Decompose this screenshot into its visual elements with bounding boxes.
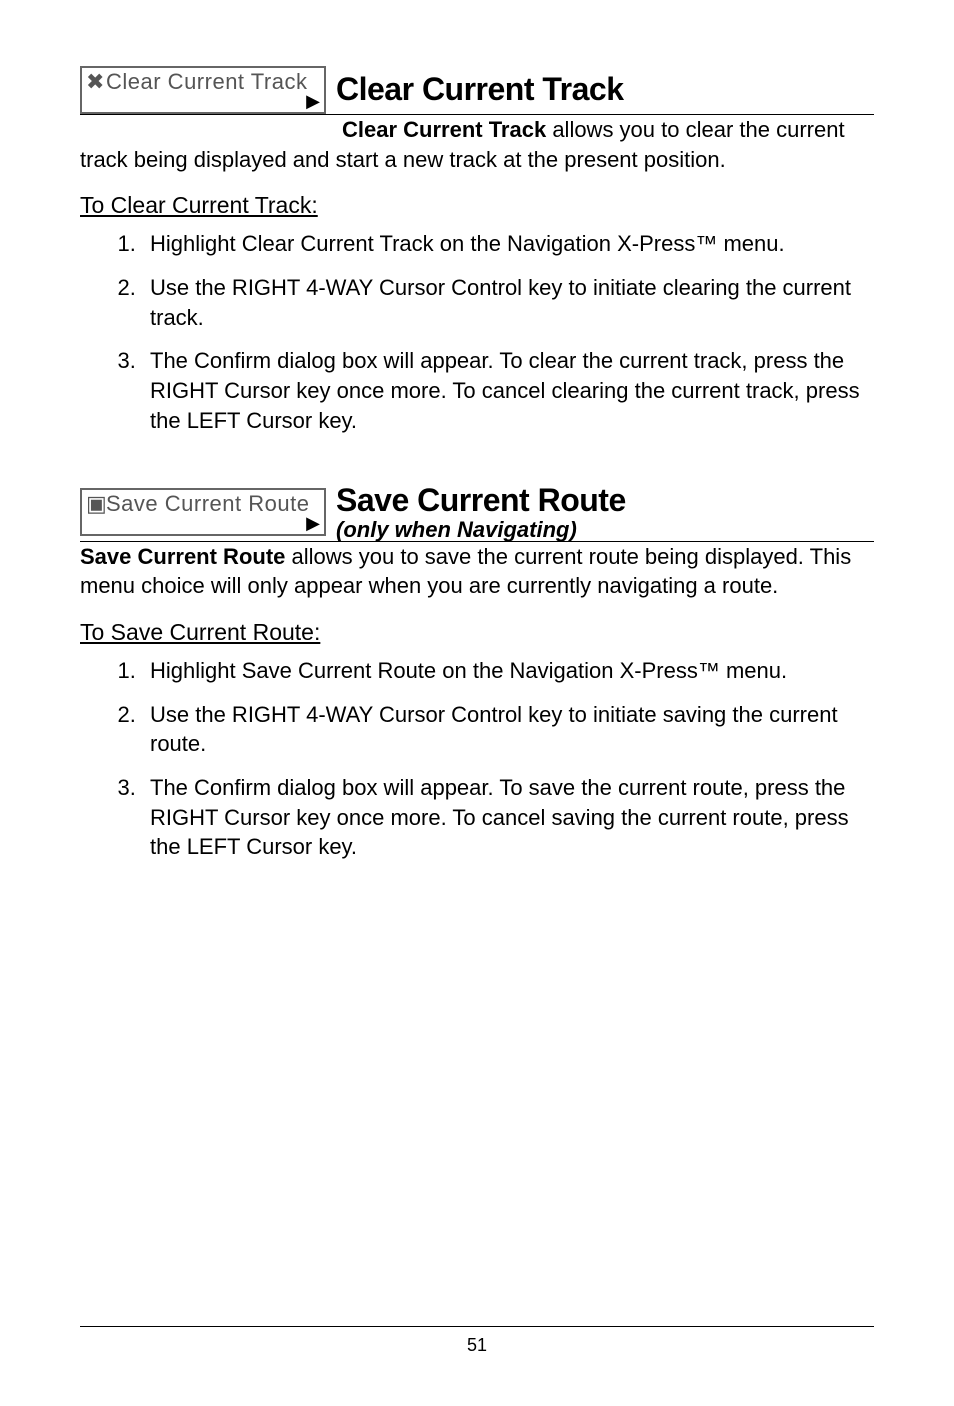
menu-arrow-row: ▶	[82, 516, 324, 534]
section-1-subheading: To Clear Current Track:	[80, 192, 874, 219]
footer-divider	[80, 1326, 874, 1327]
menu-label-text: Save Current Route	[106, 492, 309, 516]
lead-bold-2: Save Current Route	[80, 544, 285, 569]
list-item: The Confirm dialog box will appear. To s…	[142, 773, 874, 862]
menu-box-save-route: ▣ Save Current Route ▶	[80, 488, 326, 536]
menu-label-row: ▣ Save Current Route	[82, 490, 324, 516]
menu-box-clear-track: ✖ Clear Current Track ▶	[80, 66, 326, 114]
save-icon: ▣	[86, 492, 104, 516]
section-2-lead: Save Current Route allows you to save th…	[80, 542, 874, 601]
section-1-title: Clear Current Track	[336, 72, 874, 107]
section-2-title: Save Current Route	[336, 483, 874, 518]
right-arrow-icon: ▶	[306, 513, 320, 533]
menu-label-row: ✖ Clear Current Track	[82, 68, 324, 94]
title-block-1: Clear Current Track	[326, 72, 874, 107]
list-item: Highlight Clear Current Track on the Nav…	[142, 229, 874, 259]
section-1-lead: Clear Current Track allows you to clear …	[80, 115, 874, 174]
clear-icon: ✖	[86, 70, 104, 94]
menu-label-text: Clear Current Track	[106, 70, 307, 94]
menu-arrow-row: ▶	[82, 94, 324, 112]
list-item: The Confirm dialog box will appear. To c…	[142, 346, 874, 435]
page-footer: 51	[0, 1326, 954, 1356]
list-item: Use the RIGHT 4-WAY Cursor Control key t…	[142, 700, 874, 759]
section-2-steps: Highlight Save Current Route on the Navi…	[80, 656, 874, 862]
lead-bold-1: Clear Current Track	[342, 117, 546, 142]
section-2-header: ▣ Save Current Route ▶ Save Current Rout…	[80, 483, 874, 541]
section-1-header: ✖ Clear Current Track ▶ Clear Current Tr…	[80, 66, 874, 115]
section-2-subtitle: (only when Navigating)	[336, 519, 874, 541]
section-2-subheading: To Save Current Route:	[80, 619, 874, 646]
list-item: Use the RIGHT 4-WAY Cursor Control key t…	[142, 273, 874, 332]
list-item: Highlight Save Current Route on the Navi…	[142, 656, 874, 686]
right-arrow-icon: ▶	[306, 91, 320, 111]
title-block-2: Save Current Route (only when Navigating…	[326, 483, 874, 540]
section-1-steps: Highlight Clear Current Track on the Nav…	[80, 229, 874, 435]
page-number: 51	[0, 1335, 954, 1356]
